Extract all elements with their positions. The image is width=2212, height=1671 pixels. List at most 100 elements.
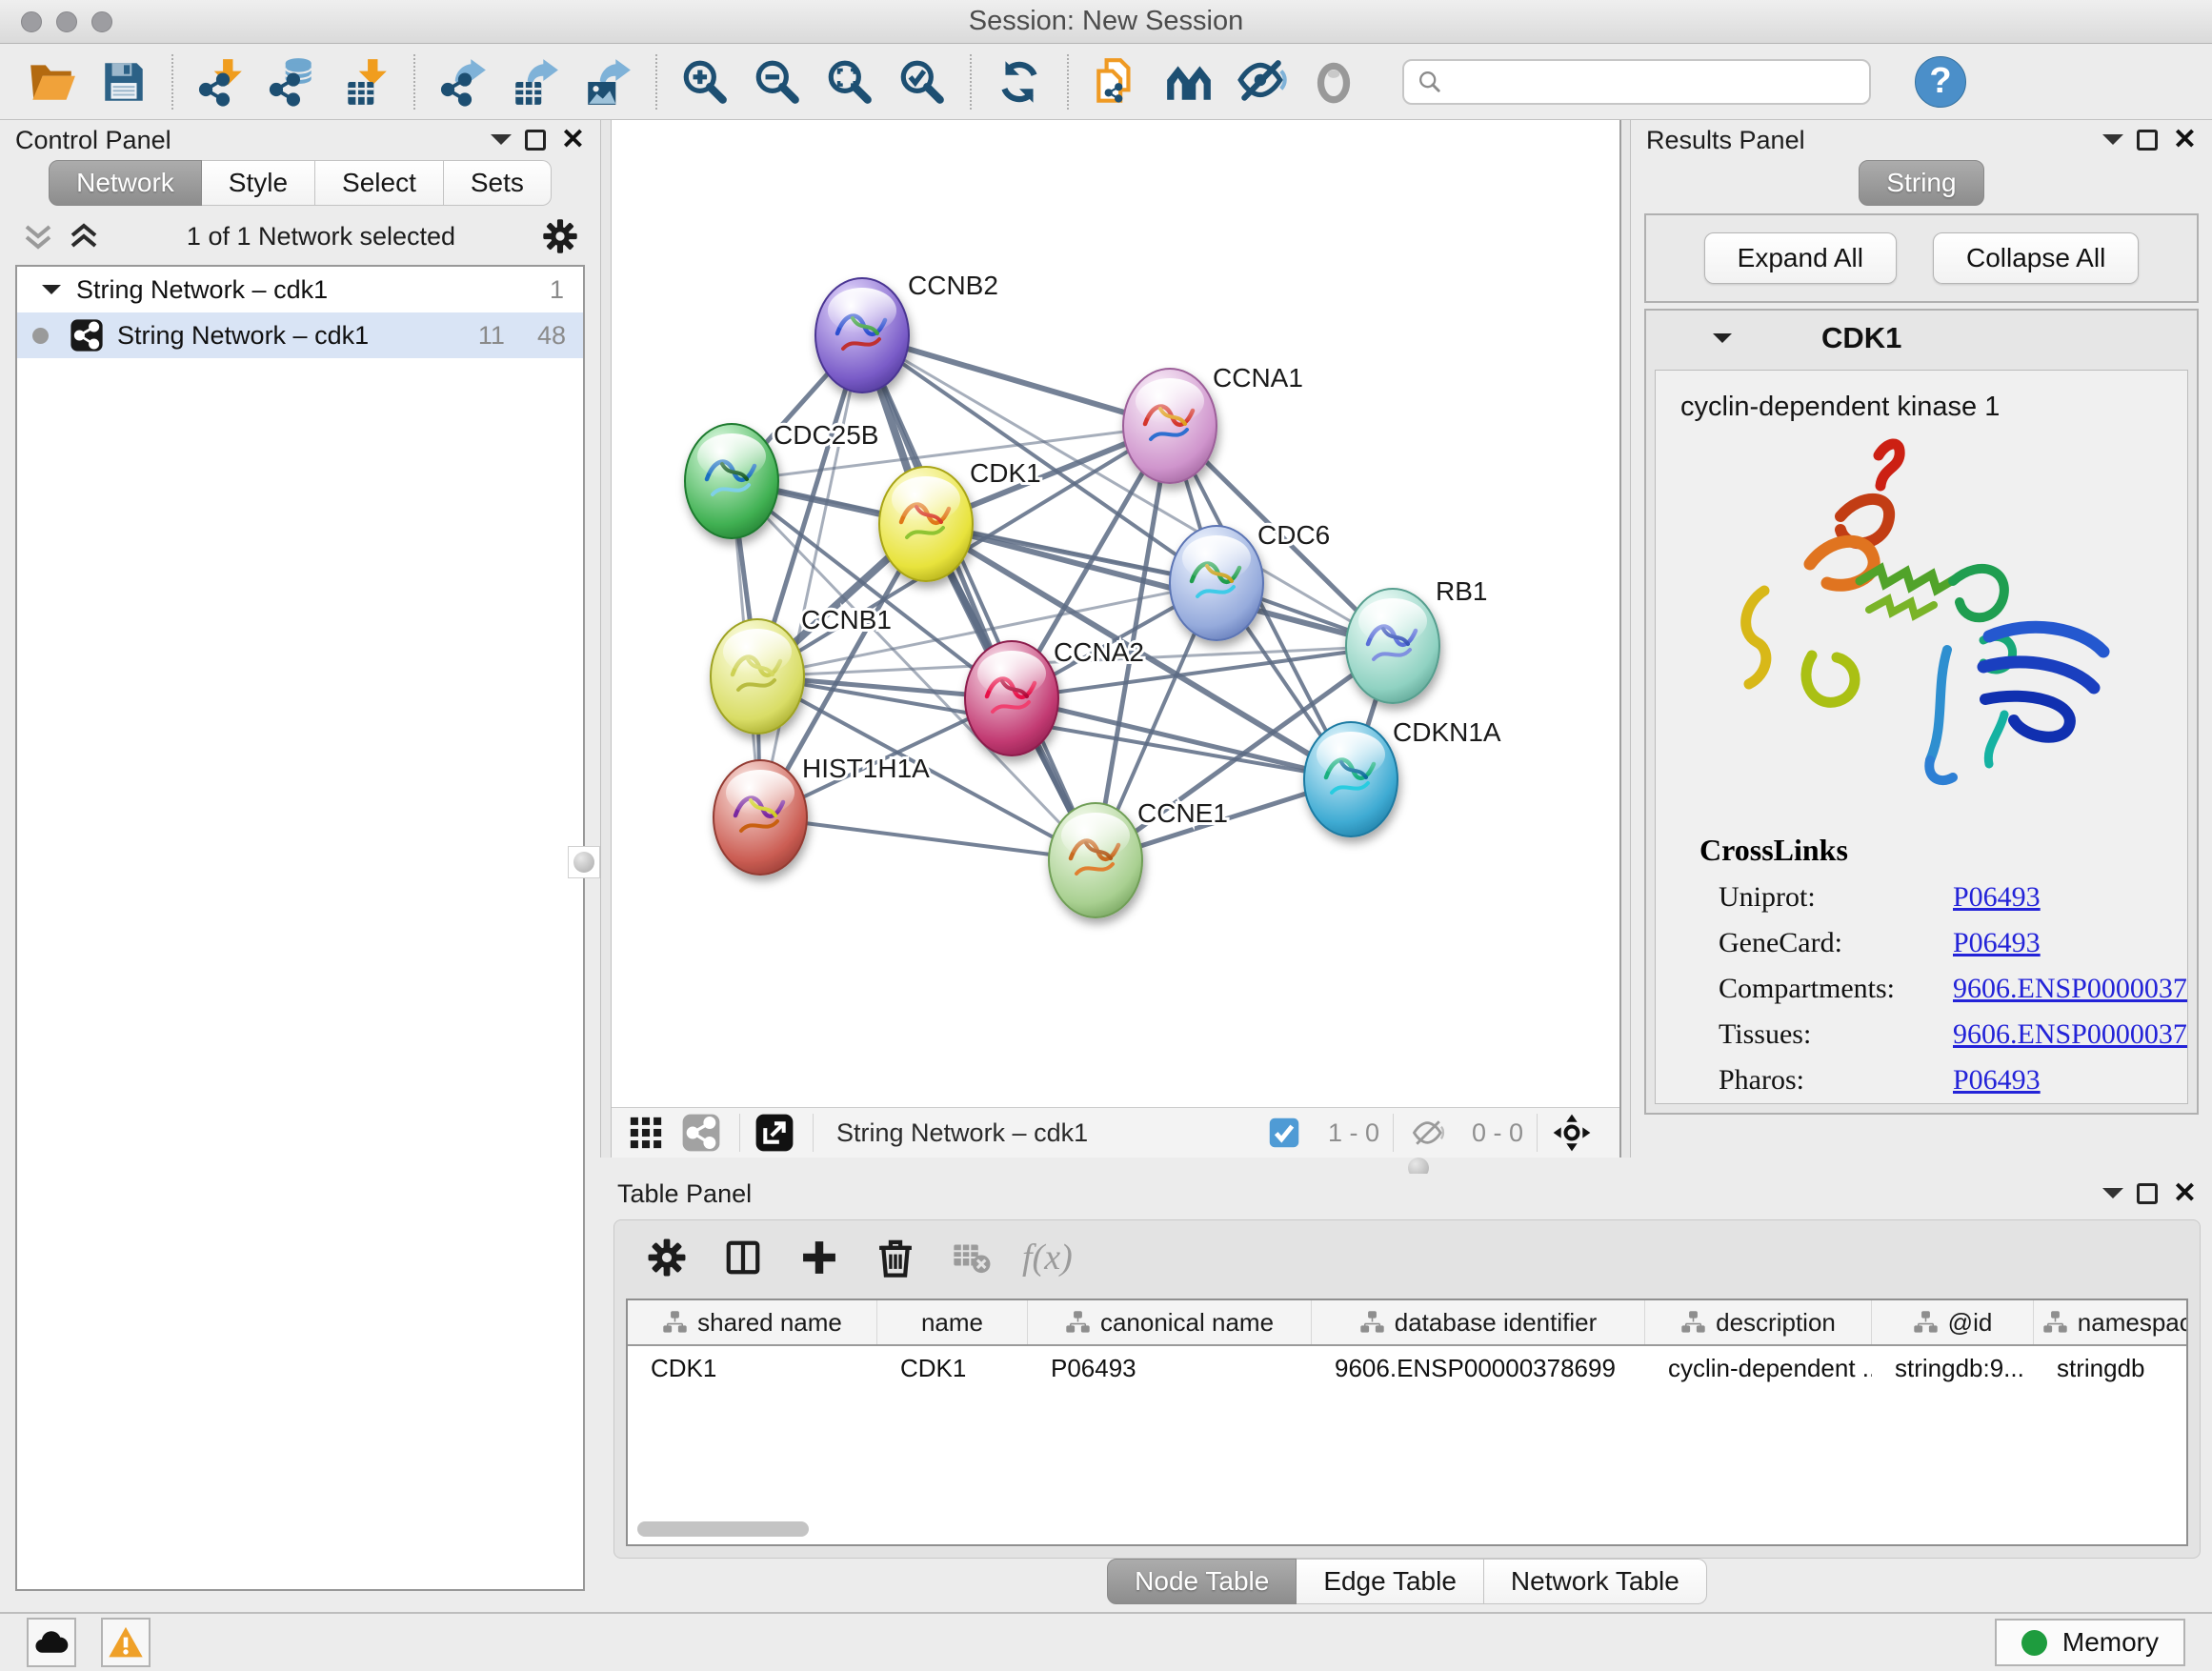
panel-float-icon[interactable] <box>525 130 546 151</box>
tab-edge-table[interactable]: Edge Table <box>1297 1559 1484 1604</box>
network-thumbnail-icon[interactable] <box>680 1112 722 1154</box>
crosslink-link[interactable]: 9606.ENSP00000378699 <box>1953 973 2188 1005</box>
first-neighbors-button[interactable] <box>1153 50 1225 113</box>
zoom-out-button[interactable] <box>741 50 814 113</box>
open-file-button[interactable] <box>15 50 88 113</box>
cell-namespace[interactable]: stringdb <box>2034 1346 2188 1390</box>
left-splitter-handle[interactable] <box>568 846 600 878</box>
network-row[interactable]: String Network – cdk1 11 48 <box>17 312 583 358</box>
edge-CCNB2-HIST1H1A[interactable] <box>760 335 862 817</box>
show-all-button[interactable] <box>1297 50 1370 113</box>
show-columns-icon[interactable] <box>717 1232 769 1283</box>
grid-view-icon[interactable] <box>625 1112 667 1154</box>
add-column-icon[interactable] <box>794 1232 845 1283</box>
collapse-all-button[interactable]: Collapse All <box>1933 232 2139 284</box>
memory-button[interactable]: Memory <box>1995 1619 2185 1666</box>
cloud-status-button[interactable] <box>27 1618 76 1667</box>
node-RB1[interactable]: RB1 <box>1346 576 1487 703</box>
expand-all-button[interactable]: Expand All <box>1704 232 1897 284</box>
cell-database-identifier[interactable]: 9606.ENSP00000378699 <box>1312 1346 1645 1390</box>
panel-close-icon[interactable]: ✕ <box>561 126 585 154</box>
export-image-button[interactable] <box>572 50 644 113</box>
expand-all-icon[interactable] <box>67 219 101 253</box>
node-CCNB1[interactable]: CCNB1 <box>711 605 892 734</box>
table-float-icon[interactable] <box>2137 1183 2158 1204</box>
panel-menu-icon[interactable] <box>491 134 512 155</box>
warnings-button[interactable] <box>101 1618 151 1667</box>
refresh-view-button[interactable] <box>983 50 1056 113</box>
tab-node-table[interactable]: Node Table <box>1107 1559 1297 1604</box>
crosslink-link[interactable]: P06493 <box>1953 927 2041 959</box>
import-table-button[interactable] <box>330 50 402 113</box>
cell-shared-name[interactable]: CDK1 <box>628 1346 877 1390</box>
close-window-button[interactable] <box>21 11 42 32</box>
birds-eye-crosshair-icon[interactable] <box>1551 1112 1593 1154</box>
crosslink-link[interactable]: P06493 <box>1953 881 2041 914</box>
column-header-database-identifier[interactable]: database identifier <box>1312 1300 1645 1344</box>
zoom-selected-button[interactable] <box>886 50 958 113</box>
column-header-id[interactable]: @id <box>1872 1300 2034 1344</box>
crosslink-link[interactable]: 9606.ENSP00000378699 <box>1953 1018 2188 1051</box>
tab-style[interactable]: Style <box>202 160 315 206</box>
node-CCNA1[interactable]: CCNA1 <box>1123 363 1303 483</box>
node-HIST1H1A[interactable]: HIST1H1A <box>714 754 930 875</box>
table-close-icon[interactable]: ✕ <box>2173 1179 2197 1208</box>
network-collection-row[interactable]: String Network – cdk1 1 <box>17 267 583 312</box>
network-options-gear-icon[interactable] <box>541 217 579 255</box>
import-network-file-button[interactable] <box>185 50 257 113</box>
clone-network-button[interactable] <box>1080 50 1153 113</box>
function-builder-icon[interactable]: f(x) <box>1022 1237 1073 1278</box>
zoom-in-button[interactable] <box>669 50 741 113</box>
import-network-database-button[interactable] <box>257 50 330 113</box>
left-splitter[interactable] <box>600 120 612 1158</box>
cell-id[interactable]: stringdb:9... <box>1872 1346 2034 1390</box>
cell-description[interactable]: cyclin-dependent ... <box>1645 1346 1872 1390</box>
results-close-icon[interactable]: ✕ <box>2173 126 2197 154</box>
delete-column-icon[interactable] <box>870 1232 921 1283</box>
node-card-caret-icon[interactable] <box>1713 333 1732 352</box>
string-node-card: CDK1 cyclin-dependent kinase 1 <box>1644 309 2199 1115</box>
detach-view-icon[interactable] <box>754 1112 795 1154</box>
crosslink-link[interactable]: P06493 <box>1953 1064 2041 1097</box>
save-session-button[interactable] <box>88 50 160 113</box>
column-header-description[interactable]: description <box>1645 1300 1872 1344</box>
column-header-name[interactable]: name <box>877 1300 1028 1344</box>
node-CCNB2[interactable]: CCNB2 <box>815 271 998 393</box>
column-header-shared-name[interactable]: shared name <box>628 1300 877 1344</box>
delete-table-icon[interactable] <box>946 1232 997 1283</box>
column-header-namespace[interactable]: namespace <box>2034 1300 2188 1344</box>
maximize-window-button[interactable] <box>91 11 112 32</box>
horizontal-splitter[interactable] <box>602 1158 2212 1174</box>
results-float-icon[interactable] <box>2137 130 2158 151</box>
search-input[interactable] <box>1454 66 1858 97</box>
table-menu-icon[interactable] <box>2102 1188 2123 1209</box>
tab-network-table[interactable]: Network Table <box>1484 1559 1707 1604</box>
export-network-button[interactable] <box>427 50 499 113</box>
cell-canonical-name[interactable]: P06493 <box>1028 1346 1312 1390</box>
collection-caret-icon[interactable] <box>42 285 61 304</box>
search-box[interactable] <box>1402 59 1871 105</box>
collapse-all-icon[interactable] <box>21 219 55 253</box>
export-table-button[interactable] <box>499 50 572 113</box>
selected-checkbox-icon[interactable] <box>1263 1112 1305 1154</box>
tab-string[interactable]: String <box>1859 160 1983 206</box>
cell-name[interactable]: CDK1 <box>877 1346 1028 1390</box>
hide-selected-button[interactable] <box>1225 50 1297 113</box>
table-settings-gear-icon[interactable] <box>641 1232 693 1283</box>
help-button[interactable]: ? <box>1915 56 1966 108</box>
table-h-scrollbar[interactable] <box>637 1521 809 1537</box>
node-CCNE1[interactable]: CCNE1 <box>1049 798 1228 917</box>
tab-network[interactable]: Network <box>49 160 202 206</box>
network-canvas[interactable]: CCNB2CCNA1CDC25BCDK1CDC6RB1CCNB1CCNA2CDK… <box>612 120 1619 1107</box>
hidden-eye-icon[interactable] <box>1407 1112 1449 1154</box>
table-row[interactable]: CDK1CDK1P064939606.ENSP00000378699cyclin… <box>628 1346 2186 1390</box>
zoom-fit-button[interactable] <box>814 50 886 113</box>
edge-HIST1H1A-CCNE1[interactable] <box>760 817 1096 860</box>
tab-select[interactable]: Select <box>315 160 444 206</box>
node-CDKN1A[interactable]: CDKN1A <box>1304 717 1501 836</box>
tab-sets[interactable]: Sets <box>444 160 552 206</box>
right-splitter[interactable] <box>1619 120 1631 1158</box>
results-menu-icon[interactable] <box>2102 134 2123 155</box>
minimize-window-button[interactable] <box>56 11 77 32</box>
column-header-canonical-name[interactable]: canonical name <box>1028 1300 1312 1344</box>
